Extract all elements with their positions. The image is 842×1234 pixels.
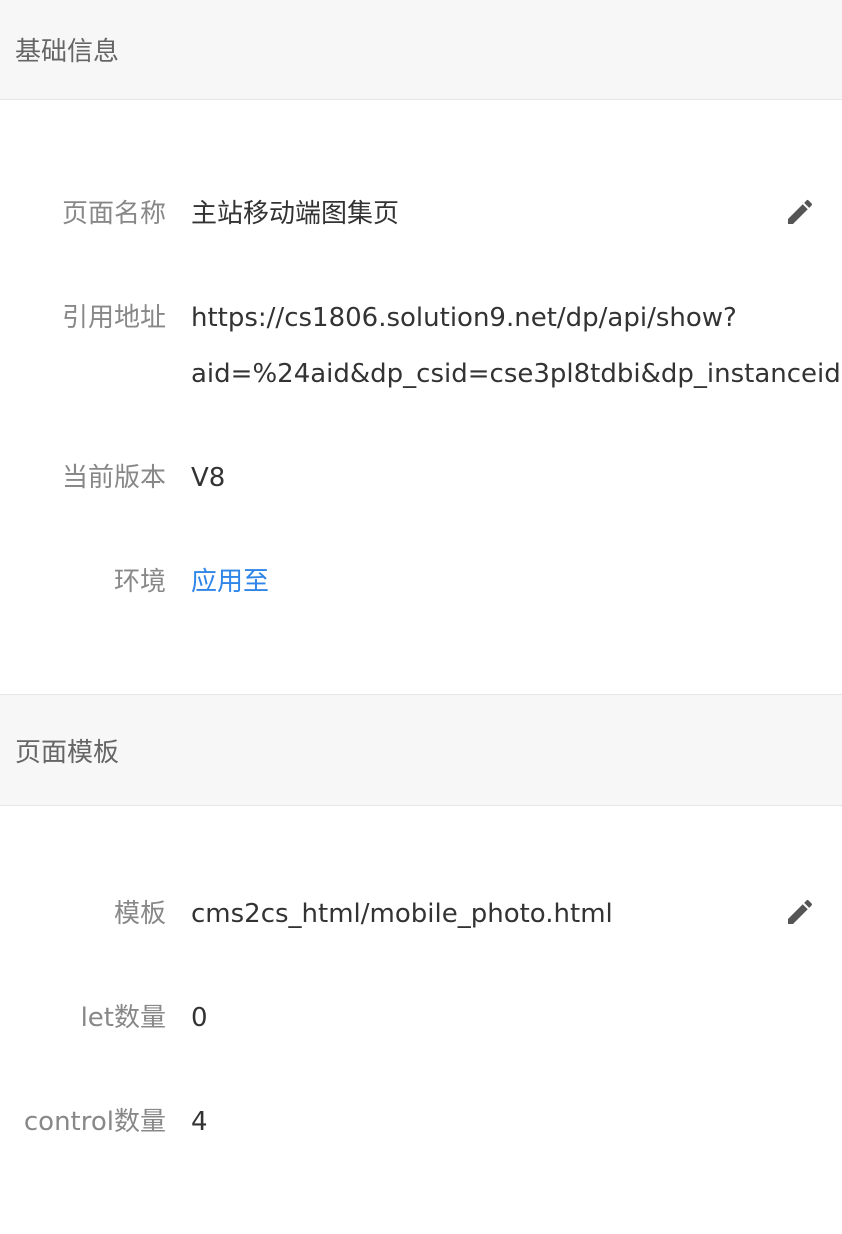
- ref-url-value[interactable]: https://cs1806.solution9.net/dp/api/show…: [191, 290, 842, 402]
- section-header-page-template: 页面模板: [0, 694, 842, 806]
- version-value: V8: [191, 463, 226, 493]
- control-count-value: 4: [191, 1107, 208, 1137]
- edit-template-button[interactable]: [784, 896, 816, 928]
- page-name-value: 主站移动端图集页: [191, 199, 400, 229]
- let-count-value: 0: [191, 1003, 208, 1033]
- control-count-label: control数量: [23, 1107, 166, 1137]
- section-title: 页面模板: [15, 737, 120, 768]
- section-title: 基础信息: [15, 37, 120, 67]
- edit-page-name-button[interactable]: [784, 196, 816, 228]
- ref-url-line-2: aid=%24aid&dp_csid=cse3pl8tdbi&dp_instan…: [191, 359, 842, 389]
- template-label: 模板: [113, 899, 166, 929]
- pencil-icon: [788, 899, 813, 924]
- env-label: 环境: [113, 567, 166, 597]
- section-header-basic-info: 基础信息: [0, 0, 842, 100]
- row-template: 模板 cms2cs_html/mobile_photo.html: [0, 886, 842, 942]
- version-label: 当前版本: [61, 463, 166, 493]
- row-control-count: control数量 4: [0, 1094, 842, 1150]
- page-name-label: 页面名称: [61, 199, 166, 229]
- row-environment: 环境 应用至: [0, 554, 842, 610]
- pencil-icon: [788, 199, 813, 224]
- let-count-label: let数量: [80, 1003, 166, 1033]
- row-version: 当前版本 V8: [0, 450, 842, 506]
- apply-to-link[interactable]: 应用至: [191, 554, 842, 610]
- row-ref-url: 引用地址 https://cs1806.solution9.net/dp/api…: [0, 290, 842, 402]
- ref-url-label: 引用地址: [61, 303, 166, 333]
- row-page-name: 页面名称 主站移动端图集页: [0, 186, 842, 242]
- template-value: cms2cs_html/mobile_photo.html: [191, 899, 613, 929]
- row-let-count: let数量 0: [0, 990, 842, 1046]
- ref-url-line-1: https://cs1806.solution9.net/dp/api/show…: [191, 303, 737, 333]
- basic-info-body: 页面名称 主站移动端图集页 引用地址 https://cs1806.soluti…: [0, 100, 842, 694]
- page-template-body: 模板 cms2cs_html/mobile_photo.html let数量 0…: [0, 806, 842, 1234]
